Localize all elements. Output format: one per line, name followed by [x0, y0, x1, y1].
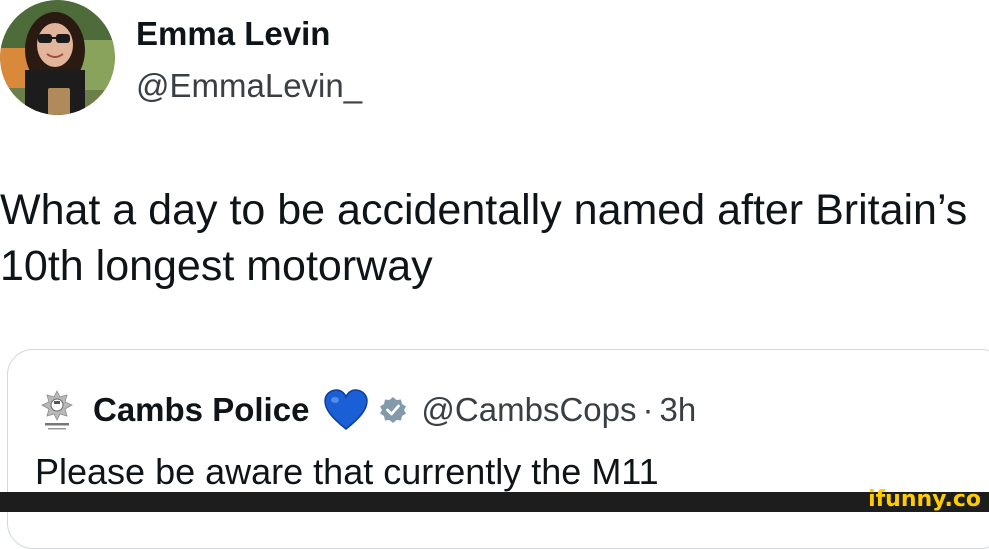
- avatar-image: [0, 0, 115, 115]
- quote-author-handle[interactable]: @CambsCops: [421, 391, 636, 429]
- quote-text: Please be aware that currently the M11: [35, 451, 659, 492]
- police-crest-icon: [41, 390, 73, 430]
- avatar[interactable]: [0, 0, 115, 115]
- watermark-bar: [0, 492, 989, 512]
- verified-badge-icon: [380, 397, 407, 423]
- author-name[interactable]: Emma Levin: [136, 14, 330, 54]
- tweet-text-line: 10th longest motorway: [0, 242, 433, 290]
- author-handle[interactable]: @EmmaLevin_: [136, 66, 362, 106]
- separator-dot: ·: [642, 391, 654, 428]
- quote-timestamp[interactable]: 3h: [660, 391, 697, 429]
- quote-tweet-card[interactable]: [7, 349, 989, 549]
- tweet-text: What a day to be accidentally named afte…: [0, 182, 989, 294]
- tweet-text-line: What a day to be accidentally named afte…: [0, 186, 968, 234]
- quote-author-name[interactable]: Cambs Police: [93, 391, 309, 429]
- blue-heart-icon: [324, 389, 369, 430]
- ifunny-watermark: ifunny.co: [868, 487, 981, 512]
- quote-header: Cambs Police @CambsCops · 3h: [37, 388, 696, 432]
